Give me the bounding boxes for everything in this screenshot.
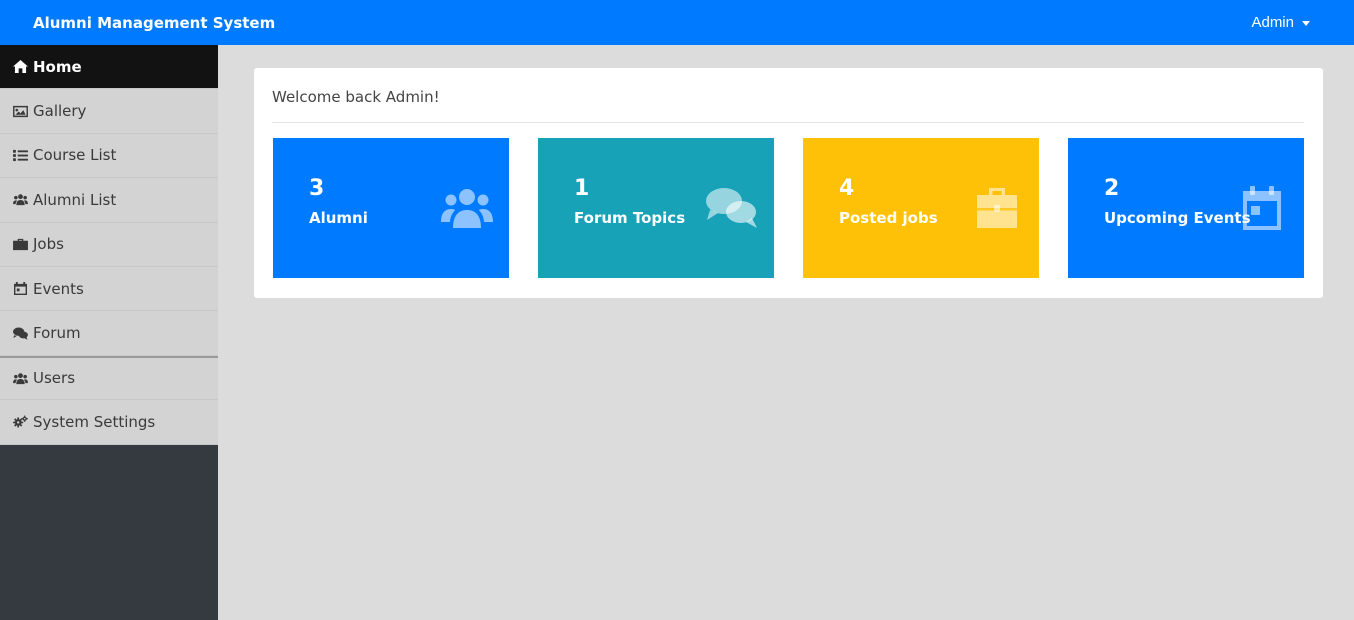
card-count: 3 [309,176,325,201]
sidebar-item-label: Jobs [33,235,64,254]
sidebar-item-label: Forum [33,324,81,343]
calendar-icon [12,282,28,296]
comments-icon [12,326,28,340]
top-navbar: Alumni Management System Admin [0,0,1354,45]
user-name: Admin [1251,14,1294,31]
users-icon [12,371,28,385]
image-icon [12,104,28,118]
calendar-icon [1234,186,1290,230]
sidebar-item-gallery[interactable]: Gallery [0,89,218,134]
sidebar-item-label: Home [33,57,82,76]
card-count: 2 [1104,176,1120,201]
upcoming-events-card[interactable]: 2 Upcoming Events [1068,138,1304,278]
sidebar-item-jobs[interactable]: Jobs [0,223,218,267]
sidebar-item-course-list[interactable]: Course List [0,134,218,179]
sidebar-item-label: Events [33,279,84,298]
users-icon [439,186,495,230]
sidebar-item-users[interactable]: Users [0,355,218,401]
sidebar-item-home[interactable]: Home [0,45,218,90]
sidebar-item-system-settings[interactable]: System Settings [0,400,218,445]
posted-jobs-card[interactable]: 4 Posted jobs [803,138,1039,278]
dashboard-panel: Welcome back Admin! 3 Alumni 1 Forum Top… [254,68,1323,298]
card-label: Alumni [309,209,368,227]
card-label: Posted jobs [839,209,938,227]
sidebar-item-label: Alumni List [33,190,117,209]
sidebar-item-label: System Settings [33,412,156,431]
app-title[interactable]: Alumni Management System [0,14,275,32]
gears-icon [12,415,28,429]
welcome-message: Welcome back Admin! [272,88,440,106]
home-icon [12,60,28,74]
list-icon [12,148,28,162]
card-count: 1 [574,176,590,201]
sidebar-item-alumni-list[interactable]: Alumni List [0,178,218,223]
briefcase-icon [12,237,28,251]
caret-down-icon [1302,21,1310,26]
divider [272,122,1304,123]
comments-icon [704,186,760,230]
users-icon [12,193,28,207]
sidebar-item-label: Users [33,369,76,388]
user-menu-dropdown[interactable]: Admin [1251,14,1354,31]
card-count: 4 [839,176,855,201]
sidebar-item-label: Gallery [33,102,87,121]
card-label: Forum Topics [574,209,686,227]
briefcase-icon [969,186,1025,230]
sidebar-item-label: Course List [33,146,117,165]
sidebar-item-events[interactable]: Events [0,267,218,312]
alumni-card[interactable]: 3 Alumni [273,138,509,278]
sidebar-item-forum[interactable]: Forum [0,311,218,356]
card-label: Upcoming Events [1104,209,1251,227]
sidebar: Home Gallery Course List Alumni List Job… [0,45,218,620]
forum-topics-card[interactable]: 1 Forum Topics [538,138,774,278]
sidebar-nav: Home Gallery Course List Alumni List Job… [0,45,218,445]
